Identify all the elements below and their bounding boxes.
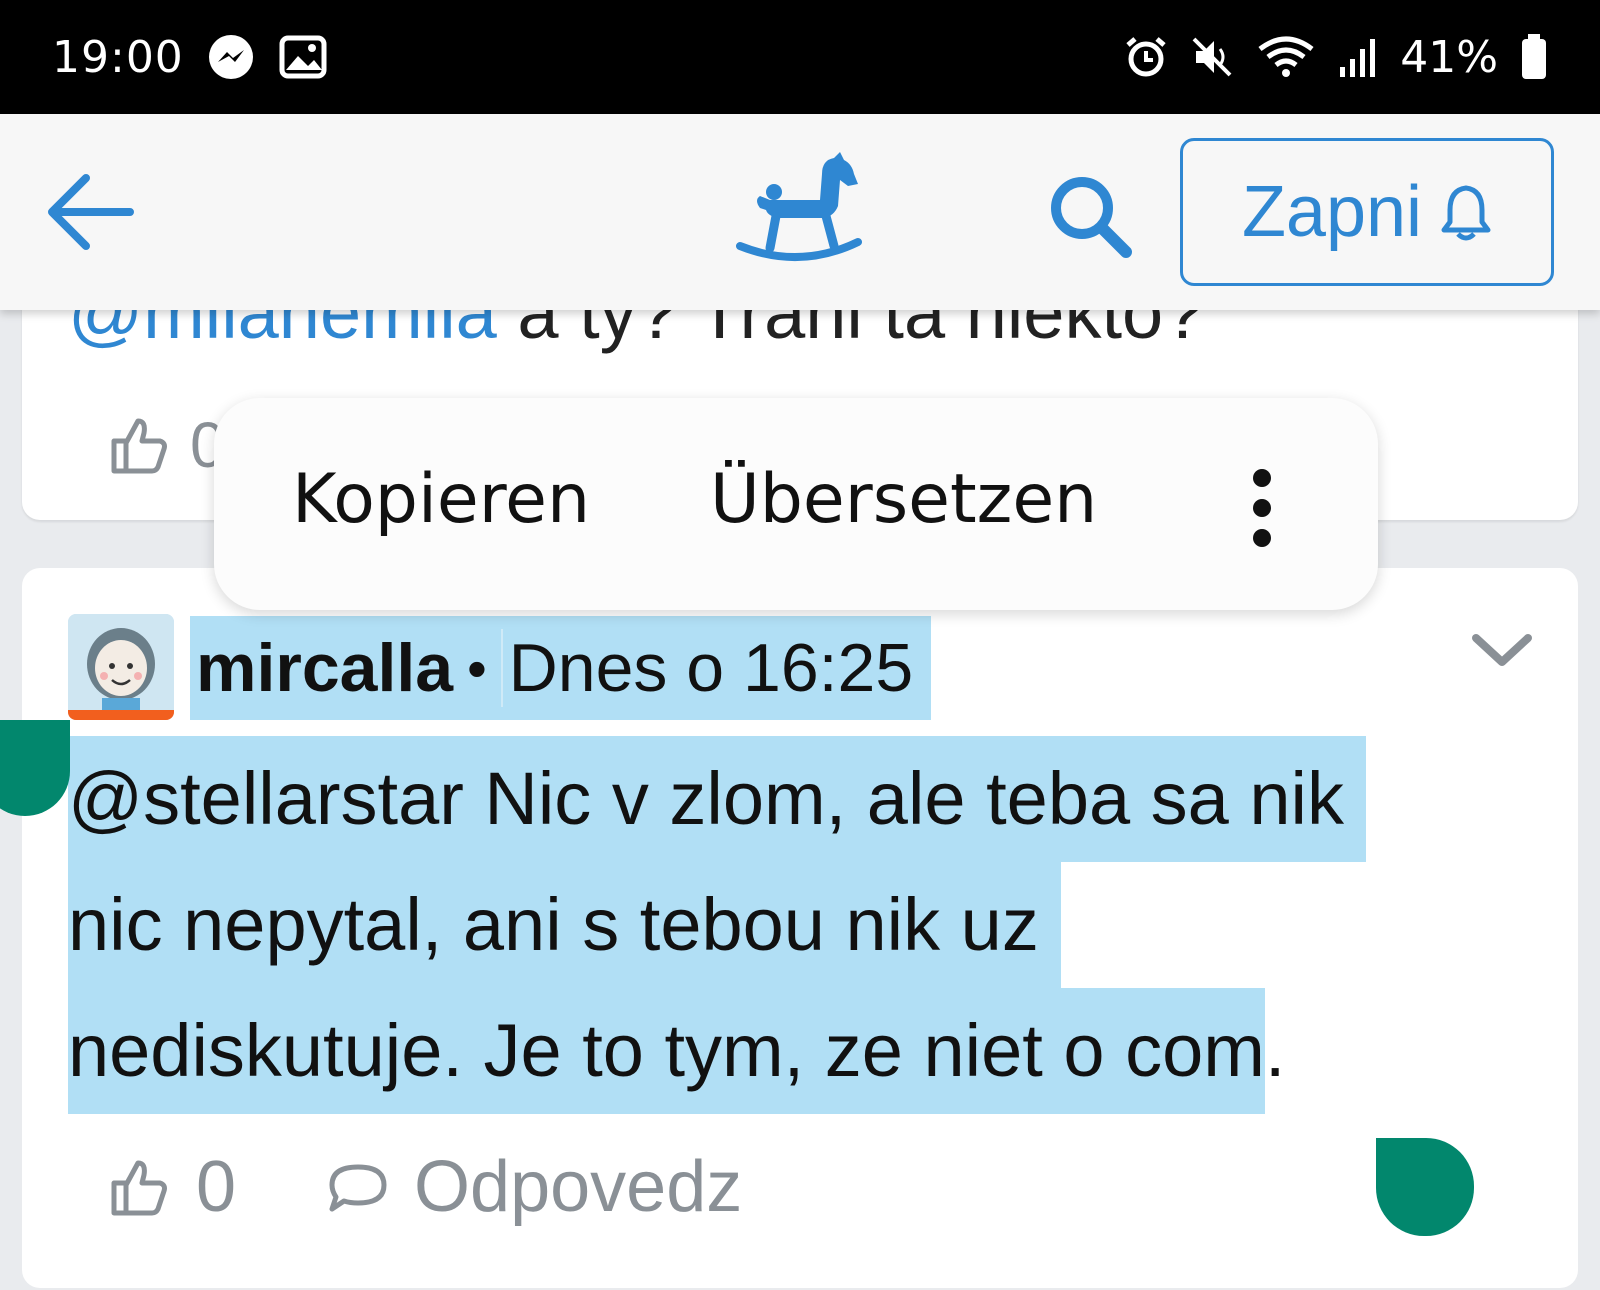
signal-icon [1338, 35, 1378, 79]
gallery-icon [278, 32, 328, 82]
comment-trailing-punctuation: . [1264, 1009, 1286, 1092]
rocking-horse-logo-icon[interactable] [730, 150, 870, 270]
menu-translate[interactable]: Übersetzen [710, 460, 1097, 539]
avatar-status-bar [68, 710, 174, 720]
comment-timestamp: Dnes o 16:25 [500, 629, 913, 707]
speech-bubble-icon [329, 1164, 387, 1212]
avatar[interactable] [68, 614, 174, 720]
wifi-icon [1256, 35, 1316, 79]
arrow-left-icon [48, 174, 134, 250]
subscribe-notifications-button[interactable]: Zapni [1180, 138, 1554, 286]
back-button[interactable] [40, 162, 140, 262]
comment-line: nic nepytal, ani s tebou nik uz [68, 862, 1061, 988]
thumbs-up-icon [111, 418, 167, 474]
alarm-icon [1124, 35, 1168, 79]
status-bar-right: 41% [1124, 32, 1548, 83]
reply-button[interactable]: Odpovedz [326, 1146, 742, 1228]
comment-header: mircalla • Dnes o 16:25 [190, 616, 932, 720]
messenger-icon [206, 32, 256, 82]
thumbs-up-icon[interactable] [106, 1155, 170, 1219]
app-bar: Zapni [0, 114, 1600, 310]
comment-actions: 0 Odpovedz [106, 1146, 742, 1228]
status-bar: 19:00 41% [0, 0, 1600, 114]
battery-percent: 41% [1400, 31, 1498, 83]
author-name[interactable]: mircalla [190, 629, 453, 707]
more-options-button[interactable] [1242, 468, 1282, 548]
battery-icon [1520, 34, 1548, 80]
chevron-down-icon [1472, 634, 1532, 666]
comment-line: nediskutuje. Je to tym, ze niet o com [68, 988, 1265, 1114]
text-selection-context-menu: Kopieren Übersetzen [214, 398, 1378, 610]
like-count: 0 [196, 1147, 237, 1227]
bell-icon [1441, 185, 1491, 241]
avatar-cartoon-icon [68, 614, 174, 720]
comment-options-button[interactable] [1462, 620, 1542, 680]
like-button[interactable]: 0 [106, 408, 226, 482]
mute-icon [1190, 35, 1234, 79]
selection-handle-end[interactable] [1376, 1138, 1474, 1236]
comment-card: mircalla • Dnes o 16:25 @stellarstar Nic… [22, 568, 1578, 1288]
clock: 19:00 [52, 31, 184, 83]
header-separator: • [467, 636, 487, 700]
search-button[interactable] [1040, 166, 1140, 266]
notify-label: Zapni [1241, 172, 1423, 252]
kebab-menu-icon [1253, 469, 1271, 547]
menu-copy[interactable]: Kopieren [292, 460, 590, 539]
search-icon [1051, 177, 1132, 258]
comment-line: @stellarstar Nic v zlom, ale teba sa nik [68, 736, 1366, 862]
comment-text: @stellarstar Nic v zlom, ale teba sa nik… [68, 736, 1468, 1114]
status-bar-left: 19:00 [52, 32, 328, 83]
reply-label: Odpovedz [414, 1147, 743, 1227]
